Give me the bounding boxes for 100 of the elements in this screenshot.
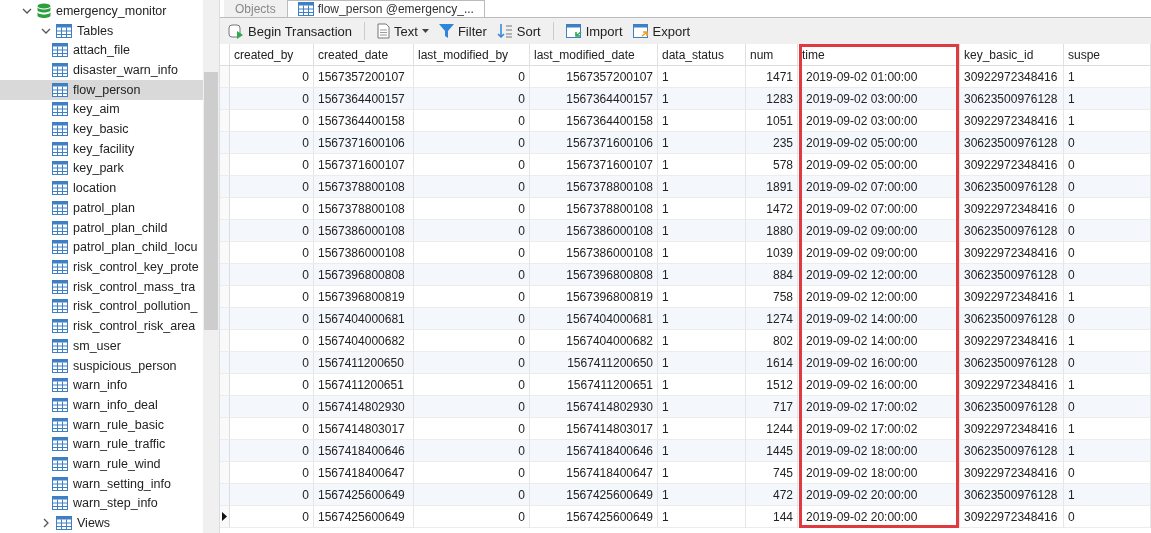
database-play-icon [228,23,244,39]
column-header[interactable]: key_basic_id [960,44,1064,66]
table-list-item[interactable]: risk_control_mass_tra [0,276,203,297]
table-list-item[interactable]: key_park [0,158,203,179]
table-list-item[interactable]: key_aim [0,99,203,120]
table-list-item[interactable]: warn_rule_wind [0,454,203,474]
column-header[interactable]: data_status [658,44,746,66]
sort-icon [496,23,513,39]
table-icon [52,240,68,255]
table-list-item[interactable]: attach_file [0,40,203,61]
table-cell: 0 [1064,242,1151,264]
column-header[interactable]: last_modified_date [530,44,658,66]
table-cell: 1567418400647 [314,462,414,484]
table-list-item[interactable]: risk_control_risk_area [0,316,203,336]
scrollbar[interactable] [203,0,220,533]
database-name[interactable]: emergency_monitor [56,3,167,18]
table-cell: 1512 [746,374,798,396]
table-cell: 1567425600649 [314,506,414,528]
table-cell: 1880 [746,220,798,242]
table-list-item[interactable]: key_facility [0,138,203,159]
row-header[interactable] [220,506,230,528]
table-cell: 2019-09-02 18:00:00 [798,462,960,484]
table-cell: 30623500976128 [960,220,1064,242]
table-cell: 1 [1064,330,1151,352]
table-cell: 0 [414,308,530,330]
tab[interactable]: flow_person @emergency_... [286,0,485,17]
filter-icon [438,23,454,39]
table-cell: 0 [230,374,314,396]
table-list-item[interactable]: risk_control_pollution_ [0,296,203,317]
table-cell: 1567378800108 [314,198,414,220]
table-list-item[interactable]: flow_person [0,79,203,100]
table-list-item[interactable]: disaster_warn_info [0,60,203,80]
export-button[interactable]: Export [630,20,693,42]
table-list-item[interactable]: warn_info_deal [0,395,203,415]
table-cell: 1567418400646 [530,440,658,462]
table-list-item[interactable]: warn_info [0,375,203,396]
table-cell: 30922972348416 [960,418,1064,440]
table-cell: 0 [414,110,530,132]
views-folder[interactable]: Views [77,516,111,531]
transaction-button[interactable]: Begin Transaction [226,20,355,42]
filter-button[interactable]: Filter [436,20,489,42]
table-icon [52,62,68,77]
table-cell: 1567414803017 [314,418,414,440]
scrollbar-thumb[interactable] [204,72,218,330]
column-header[interactable]: suspe [1064,44,1151,66]
table-cell: 1567396800819 [530,286,658,308]
table-list-item[interactable]: patrol_plan [0,198,203,218]
table-cell: 2019-09-02 17:00:02 [798,396,960,418]
table-list-item[interactable]: warn_rule_traffic [0,434,203,455]
table-cell: 0 [414,88,530,110]
table-list-item[interactable]: suspicious_person [0,355,203,376]
text-button[interactable]: Text [375,20,431,42]
column-header[interactable]: created_by [230,44,314,66]
sort-button[interactable]: Sort [494,20,543,42]
tables-folder[interactable]: Tables [77,23,114,38]
chevron-icon[interactable] [41,518,51,529]
import-button[interactable]: Import [563,20,625,42]
table-cell: 30623500976128 [960,308,1064,330]
table-cell: 1614 [746,352,798,374]
table-cell: 30922972348416 [960,374,1064,396]
table-icon [52,82,68,97]
table-cell: 1274 [746,308,798,330]
row-pointer-icon [222,512,227,521]
table-cell: 1567364400158 [314,110,414,132]
grid-export-icon [632,23,649,39]
table-list-item[interactable]: patrol_plan_child [0,217,203,238]
table-icon [52,457,68,471]
table-cell: 1 [658,220,746,242]
table-cell: 1 [658,286,746,308]
table-cell: 1567378800108 [314,176,414,198]
table-cell: 2019-09-02 12:00:00 [798,286,960,308]
table-icon [56,23,72,38]
table-list-item[interactable]: key_basic [0,119,203,139]
table-cell: 1567425600649 [530,484,658,506]
table-icon [52,122,68,137]
table-icon [52,161,68,176]
table-cell: 0 [230,66,314,88]
table-list-item[interactable]: sm_user [0,335,203,356]
table-cell: 2019-09-02 17:00:02 [798,418,960,440]
table-list-item[interactable]: location [0,178,203,199]
table-cell: 0 [230,418,314,440]
table-cell: 2019-09-02 07:00:00 [798,176,960,198]
column-header[interactable]: last_modified_by [414,44,530,66]
table-cell: 0 [414,198,530,220]
caret-icon [421,29,429,33]
table-cell: 0 [230,286,314,308]
table-icon [52,220,68,235]
table-list-item[interactable]: warn_rule_basic [0,414,203,435]
table-list-item[interactable]: patrol_plan_child_locu [0,237,203,258]
column-header[interactable]: created_date [314,44,414,66]
table-list-item[interactable]: warn_step_info [0,493,203,514]
column-header[interactable]: num [746,44,798,66]
table-cell: 1567386000108 [530,220,658,242]
table-cell: 1567378800108 [530,198,658,220]
table-cell: 0 [230,110,314,132]
table-list-item[interactable]: risk_control_key_prote [0,257,203,277]
table-cell: 0 [230,484,314,506]
table-list-item[interactable]: warn_setting_info [0,473,203,494]
table-icon [52,43,68,58]
corner-header [220,44,230,66]
